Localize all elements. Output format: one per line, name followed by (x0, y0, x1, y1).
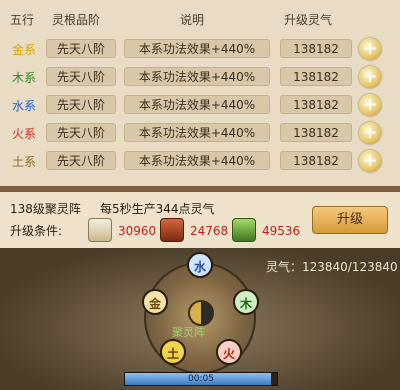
wood-node[interactable]: 木 (233, 289, 259, 315)
root-table-panel: 五行 灵根品阶 说明 升级灵气 金系 先天八阶 本系功法效果+440% 1381… (0, 0, 400, 186)
row-grade: 先天八阶 (46, 39, 116, 58)
row-grade: 先天八阶 (46, 123, 116, 142)
upgrade-plus-button[interactable]: + (359, 94, 381, 116)
table-row: 火系 先天八阶 本系功法效果+440% 138182 + (0, 122, 400, 144)
header-element: 五行 (10, 13, 35, 27)
water-node[interactable]: 水 (187, 252, 213, 278)
resource-value: 24768 (190, 224, 229, 238)
row-element: 木系 (12, 71, 37, 85)
array-name-label: 聚灵阵 (172, 326, 205, 339)
row-cost: 138182 (280, 123, 352, 142)
upgrade-condition-label: 升级条件: (10, 224, 63, 238)
table-row: 土系 先天八阶 本系功法效果+440% 138182 + (0, 150, 400, 172)
row-grade: 先天八阶 (46, 67, 116, 86)
table-row: 水系 先天八阶 本系功法效果+440% 138182 + (0, 94, 400, 116)
row-element: 水系 (12, 99, 37, 113)
array-level-text: 138级聚灵阵 (10, 202, 81, 216)
header-desc: 说明 (180, 13, 205, 27)
scroll-icon (88, 218, 112, 242)
fire-node[interactable]: 火 (216, 339, 242, 365)
upgrade-plus-button[interactable]: + (359, 150, 381, 172)
metal-node[interactable]: 金 (142, 289, 168, 315)
row-element: 金系 (12, 43, 37, 57)
header-qi: 升级灵气 (284, 13, 333, 27)
resource-value: 49536 (262, 224, 301, 238)
array-production-text: 每5秒生产344点灵气 (100, 202, 215, 216)
row-desc: 本系功法效果+440% (124, 39, 270, 58)
resource-value: 30960 (118, 224, 157, 238)
herb-icon (232, 218, 256, 242)
row-grade: 先天八阶 (46, 151, 116, 170)
table-row: 木系 先天八阶 本系功法效果+440% 138182 + (0, 66, 400, 88)
row-desc: 本系功法效果+440% (124, 151, 270, 170)
row-desc: 本系功法效果+440% (124, 123, 270, 142)
upgrade-button[interactable]: 升级 (312, 206, 388, 234)
earth-node[interactable]: 土 (160, 339, 186, 365)
chest-icon (160, 218, 184, 242)
qi-display: 灵气：123840/123840 (266, 260, 398, 274)
row-cost: 138182 (280, 95, 352, 114)
upgrade-plus-button[interactable]: + (359, 66, 381, 88)
table-row: 金系 先天八阶 本系功法效果+440% 138182 + (0, 38, 400, 60)
row-grade: 先天八阶 (46, 95, 116, 114)
progress-bar: 00:05 (124, 372, 278, 386)
upgrade-plus-button[interactable]: + (359, 122, 381, 144)
array-info-panel: 138级聚灵阵 每5秒生产344点灵气 升级条件: 30960 24768 49… (0, 192, 400, 248)
upgrade-plus-button[interactable]: + (359, 38, 381, 60)
row-cost: 138182 (280, 67, 352, 86)
row-element: 火系 (12, 127, 37, 141)
row-element: 土系 (12, 155, 37, 169)
row-desc: 本系功法效果+440% (124, 95, 270, 114)
row-cost: 138182 (280, 151, 352, 170)
row-desc: 本系功法效果+440% (124, 67, 270, 86)
header-grade: 灵根品阶 (52, 13, 101, 27)
row-cost: 138182 (280, 39, 352, 58)
yin-yang-icon (188, 300, 214, 326)
progress-timer: 00:05 (188, 374, 214, 384)
